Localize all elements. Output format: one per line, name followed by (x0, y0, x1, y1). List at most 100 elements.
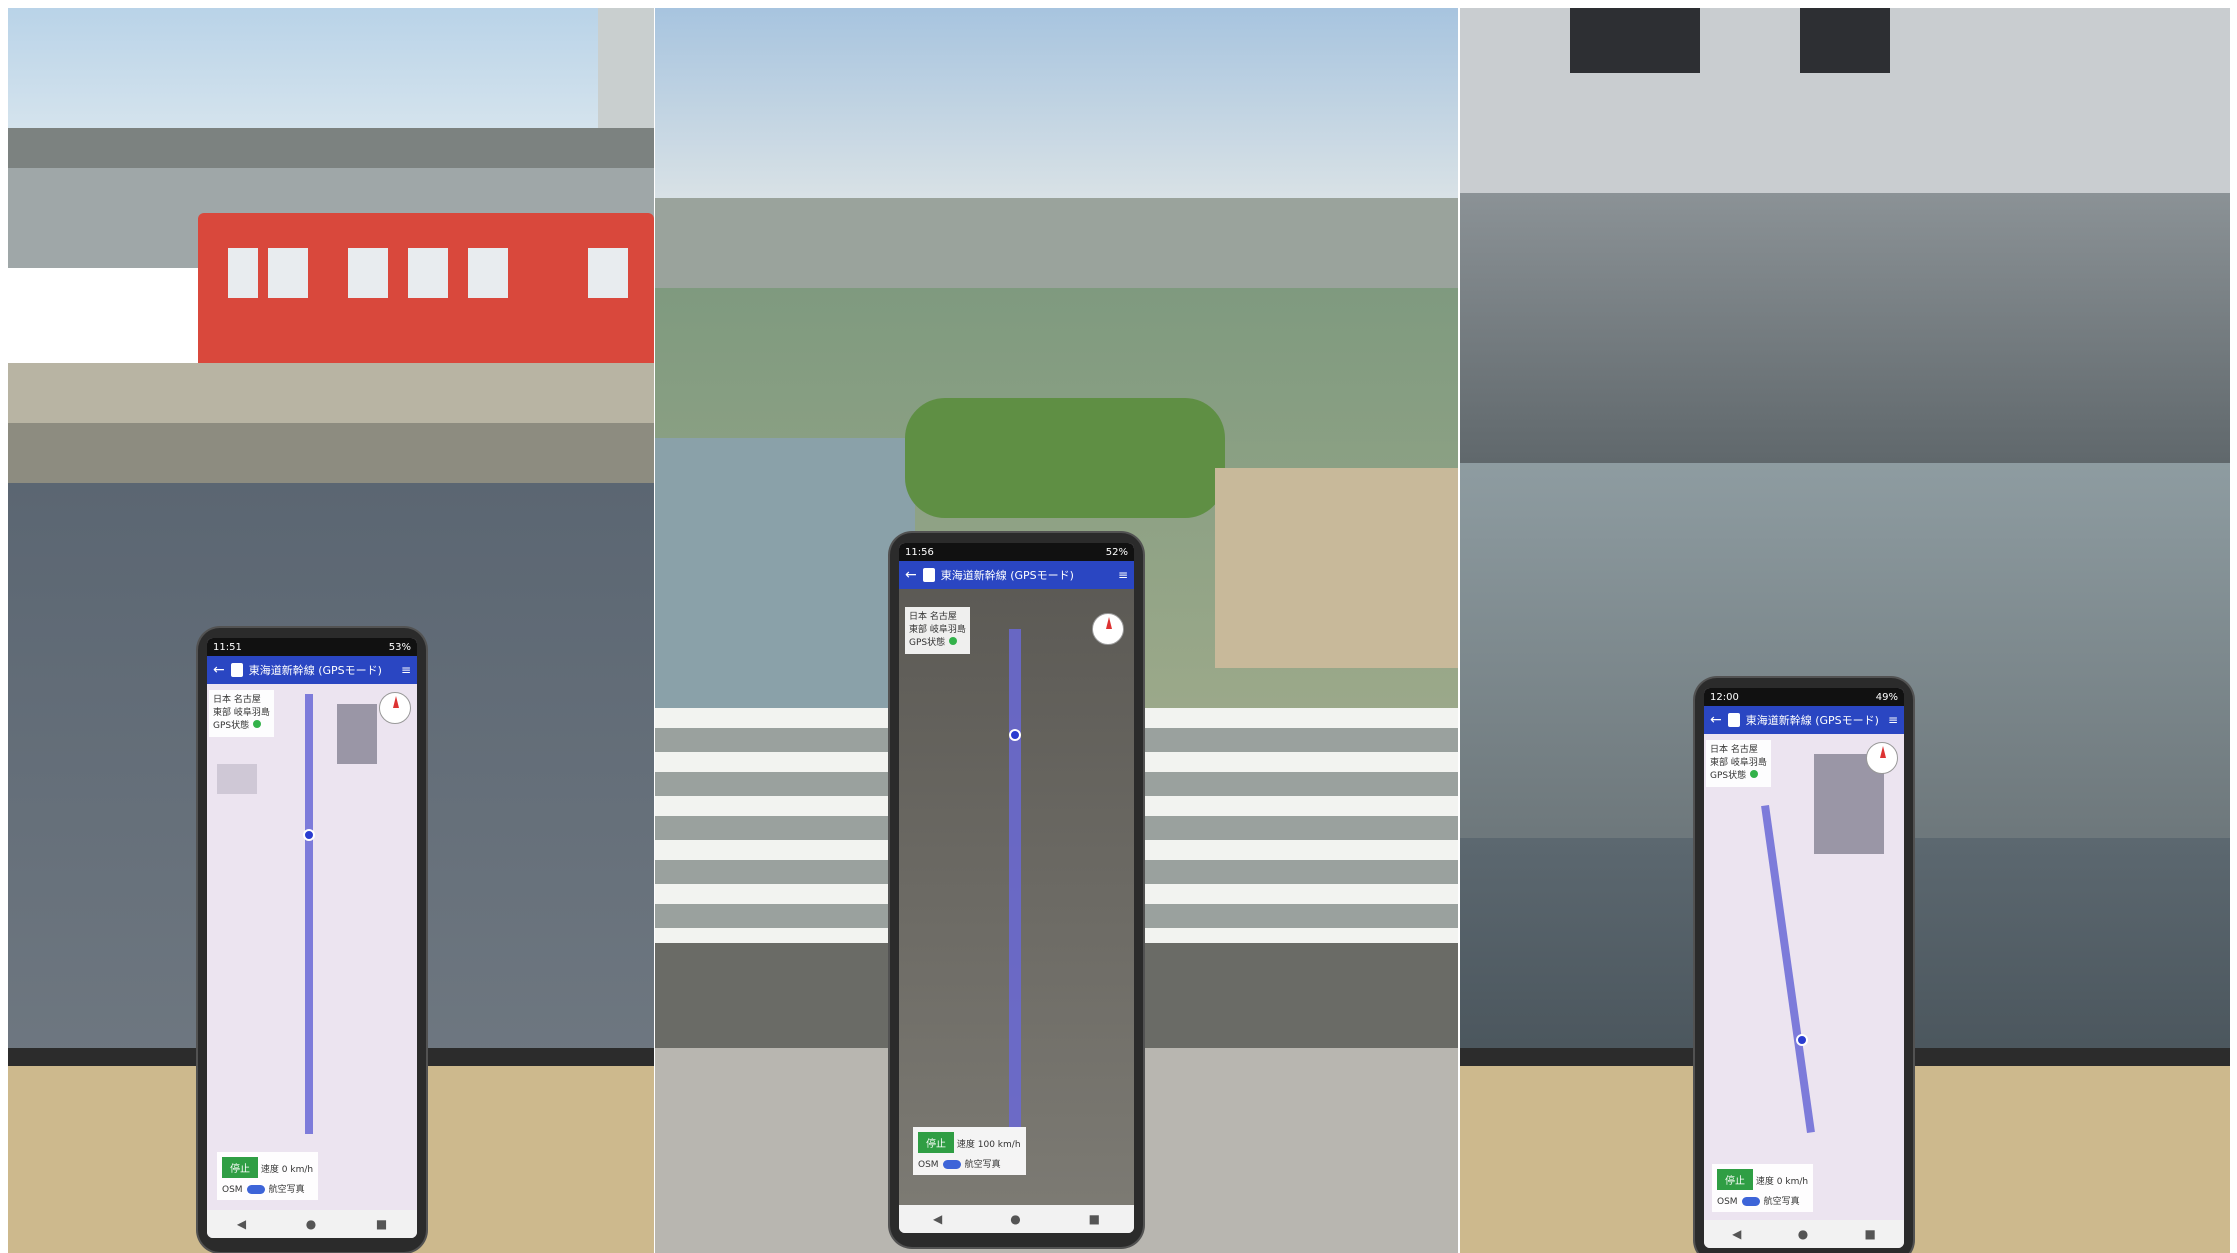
nav-back-icon[interactable]: ◀ (1732, 1227, 1741, 1241)
nav-back-icon[interactable]: ◀ (933, 1212, 942, 1226)
stop-button[interactable]: 停止 (918, 1132, 954, 1153)
app-title: 東海道新幹線 (GPSモード) (940, 569, 1074, 582)
track-bed (8, 423, 654, 483)
back-arrow-icon[interactable]: ← (905, 567, 917, 583)
gps-label: GPS状態 (213, 721, 250, 731)
back-arrow-icon[interactable]: ← (213, 662, 225, 678)
position-marker-icon (303, 829, 315, 841)
building-3d (217, 764, 257, 794)
sky (8, 8, 654, 148)
speed-value: 0 km/h (1776, 1177, 1809, 1187)
info-box: 日本 名古屋 東部 岐阜羽島 GPS状態 (905, 607, 970, 654)
nav-recent-icon[interactable]: ■ (1089, 1212, 1100, 1226)
nav-recent-icon[interactable]: ■ (376, 1217, 387, 1231)
system-nav-bar: ◀ ● ■ (207, 1210, 417, 1238)
status-time: 12:00 (1710, 691, 1739, 703)
nav-back-icon[interactable]: ◀ (237, 1217, 246, 1231)
departure-board (1570, 8, 1700, 73)
map-type-toggle[interactable] (942, 1160, 961, 1169)
app-logo-icon (922, 568, 935, 582)
control-panel: 停止 速度 0 km/h OSM 航空写真 (1712, 1164, 1814, 1212)
map-view[interactable]: 日本 名古屋 東部 岐阜羽島 GPS状態 停止 速度 0 km/h OSM 航空写… (207, 684, 417, 1210)
control-panel: 停止 速度 100 km/h OSM 航空写真 (913, 1127, 1026, 1175)
osm-label: OSM (918, 1160, 939, 1170)
nav-home-icon[interactable]: ● (1010, 1212, 1020, 1226)
map-type-toggle[interactable] (1741, 1197, 1760, 1206)
status-battery: 53% (388, 641, 411, 653)
app-title: 東海道新幹線 (GPSモード) (1745, 714, 1879, 727)
status-battery: 52% (1105, 546, 1128, 558)
photo-label: 航空写真 (1763, 1197, 1800, 1207)
info-value-1: 名古屋 (929, 612, 957, 622)
status-battery: 49% (1875, 691, 1898, 703)
dirt-lot (1215, 468, 1458, 668)
status-bar: 11:56 52% (899, 543, 1134, 561)
map-type-toggle[interactable] (246, 1185, 265, 1194)
info-value-1: 名古屋 (233, 695, 261, 705)
photo-panel-fields: 11:56 52% ← 東海道新幹線 (GPSモード) ≡ 日本 名古屋 東部 … (655, 8, 1458, 1253)
app-bar: ← 東海道新幹線 (GPSモード) ≡ (899, 561, 1134, 589)
photo-label: 航空写真 (268, 1185, 305, 1195)
water-channel (655, 438, 915, 738)
phone-screen: 11:51 53% ← 東海道新幹線 (GPSモード) ≡ 日本 名古屋 東部 … (207, 638, 417, 1238)
compass-icon[interactable] (1866, 742, 1898, 774)
red-train (198, 213, 654, 363)
smartphone: 11:51 53% ← 東海道新幹線 (GPSモード) ≡ 日本 名古屋 東部 … (198, 628, 426, 1252)
sky (655, 8, 1458, 208)
info-value-2: 岐阜羽島 (1730, 758, 1767, 768)
stop-button[interactable]: 停止 (222, 1157, 258, 1178)
gps-status-icon (1750, 770, 1759, 778)
speed-value: 100 km/h (977, 1140, 1021, 1150)
gps-label: GPS状態 (1710, 771, 1747, 781)
system-nav-bar: ◀ ● ■ (899, 1205, 1134, 1233)
app-logo-icon (1727, 713, 1740, 727)
compass-icon[interactable] (379, 692, 411, 724)
photo-label: 航空写真 (964, 1160, 1001, 1170)
speed-label: 速度 (1755, 1177, 1774, 1187)
status-time: 11:56 (905, 546, 934, 558)
info-label-1: 日本 (213, 695, 232, 705)
phone-screen: 11:56 52% ← 東海道新幹線 (GPSモード) ≡ 日本 名古屋 東部 … (899, 543, 1134, 1233)
departure-board (1800, 8, 1890, 73)
distant-town (655, 198, 1458, 288)
back-arrow-icon[interactable]: ← (1710, 712, 1722, 728)
info-box: 日本 名古屋 東部 岐阜羽島 GPS状態 (1706, 740, 1771, 787)
osm-label: OSM (1717, 1197, 1738, 1207)
smartphone: 12:00 49% ← 東海道新幹線 (GPSモード) ≡ 日本 名古屋 東部 … (1695, 678, 1913, 1253)
building-3d (337, 704, 377, 764)
nav-home-icon[interactable]: ● (1798, 1227, 1808, 1241)
app-bar: ← 東海道新幹線 (GPSモード) ≡ (207, 656, 417, 684)
speed-value: 0 km/h (281, 1165, 314, 1175)
status-time: 11:51 (213, 641, 242, 653)
status-bar: 12:00 49% (1704, 688, 1904, 706)
menu-icon[interactable]: ≡ (1118, 568, 1128, 582)
speed-label: 速度 (260, 1165, 279, 1175)
info-label-1: 日本 (1710, 745, 1729, 755)
info-value-2: 岐阜羽島 (233, 708, 270, 718)
info-label-2: 東部 (909, 625, 928, 635)
stop-button[interactable]: 停止 (1717, 1169, 1753, 1190)
gps-status-icon (253, 720, 262, 728)
app-logo-icon (230, 663, 243, 677)
nav-home-icon[interactable]: ● (306, 1217, 316, 1231)
map-view[interactable]: 日本 名古屋 東部 岐阜羽島 GPS状態 停止 速度 100 km/h OSM 航… (899, 589, 1134, 1205)
photo-panel-arrival: 12:00 49% ← 東海道新幹線 (GPSモード) ≡ 日本 名古屋 東部 … (1460, 8, 2230, 1253)
route-line (1761, 805, 1815, 1133)
position-marker-icon (1009, 729, 1021, 741)
menu-icon[interactable]: ≡ (1888, 713, 1898, 727)
info-value-2: 岐阜羽島 (929, 625, 966, 635)
menu-icon[interactable]: ≡ (401, 663, 411, 677)
info-label-2: 東部 (1710, 758, 1729, 768)
nav-recent-icon[interactable]: ■ (1865, 1227, 1876, 1241)
route-line (1009, 629, 1021, 1129)
position-marker-icon (1796, 1034, 1808, 1046)
platform-edge (8, 363, 654, 423)
info-box: 日本 名古屋 東部 岐阜羽島 GPS状態 (209, 690, 274, 737)
system-nav-bar: ◀ ● ■ (1704, 1220, 1904, 1248)
compass-icon[interactable] (1092, 613, 1124, 645)
speed-label: 速度 (956, 1140, 975, 1150)
info-value-1: 名古屋 (1730, 745, 1758, 755)
map-view[interactable]: 日本 名古屋 東部 岐阜羽島 GPS状態 停止 速度 0 km/h OSM 航空写… (1704, 734, 1904, 1220)
smartphone: 11:56 52% ← 東海道新幹線 (GPSモード) ≡ 日本 名古屋 東部 … (890, 533, 1143, 1247)
info-label-1: 日本 (909, 612, 928, 622)
